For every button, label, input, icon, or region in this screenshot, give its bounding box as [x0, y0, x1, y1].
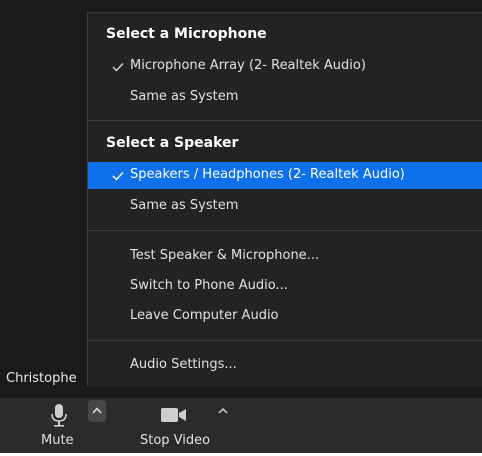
- mute-label: Mute: [41, 433, 74, 448]
- stop-video-label: Stop Video: [140, 433, 211, 448]
- menu-divider: [88, 340, 482, 341]
- menu-item-label: Test Speaker & Microphone...: [130, 248, 320, 263]
- menu-item-label: Same as System: [130, 89, 239, 104]
- microphone-option-realtek[interactable]: Microphone Array (2- Realtek Audio): [88, 53, 482, 80]
- speaker-section-header: Select a Speaker: [106, 135, 239, 151]
- audio-options-menu: Select a Microphone Microphone Array (2-…: [87, 12, 482, 386]
- menu-item-label: Microphone Array (2- Realtek Audio): [130, 58, 366, 73]
- audio-options-chevron-button[interactable]: [88, 400, 106, 422]
- menu-item-label: Audio Settings...: [130, 357, 237, 372]
- menu-item-label: Switch to Phone Audio...: [130, 278, 288, 293]
- video-camera-icon: [161, 408, 186, 422]
- microphone-section-header: Select a Microphone: [106, 26, 267, 42]
- test-speaker-microphone-item[interactable]: Test Speaker & Microphone...: [88, 243, 482, 270]
- video-options-chevron-up-icon[interactable]: [216, 405, 230, 417]
- menu-divider: [88, 230, 482, 231]
- mute-button[interactable]: Mute: [28, 398, 90, 454]
- stop-video-button[interactable]: Stop Video: [132, 398, 212, 454]
- speaker-option-same-as-system[interactable]: Same as System: [88, 193, 482, 220]
- checkmark-icon: [112, 172, 124, 181]
- audio-settings-item[interactable]: Audio Settings...: [88, 352, 482, 379]
- menu-item-label: Leave Computer Audio: [130, 308, 279, 323]
- speaker-option-realtek[interactable]: Speakers / Headphones (2- Realtek Audio): [88, 162, 482, 189]
- switch-to-phone-audio-item[interactable]: Switch to Phone Audio...: [88, 273, 482, 300]
- participant-name-label: Christophe: [6, 371, 77, 386]
- leave-computer-audio-item[interactable]: Leave Computer Audio: [88, 303, 482, 330]
- meeting-toolbar: Mute Stop Video: [0, 398, 482, 456]
- menu-divider: [88, 120, 482, 121]
- menu-item-label: Speakers / Headphones (2- Realtek Audio): [130, 167, 405, 182]
- menu-item-label: Same as System: [130, 198, 239, 213]
- microphone-icon: [51, 404, 67, 427]
- chevron-up-icon: [92, 407, 102, 414]
- microphone-option-same-as-system[interactable]: Same as System: [88, 84, 482, 111]
- zoom-meeting-window: Christophe Select a Microphone Microphon…: [0, 0, 482, 456]
- checkmark-icon: [112, 63, 124, 72]
